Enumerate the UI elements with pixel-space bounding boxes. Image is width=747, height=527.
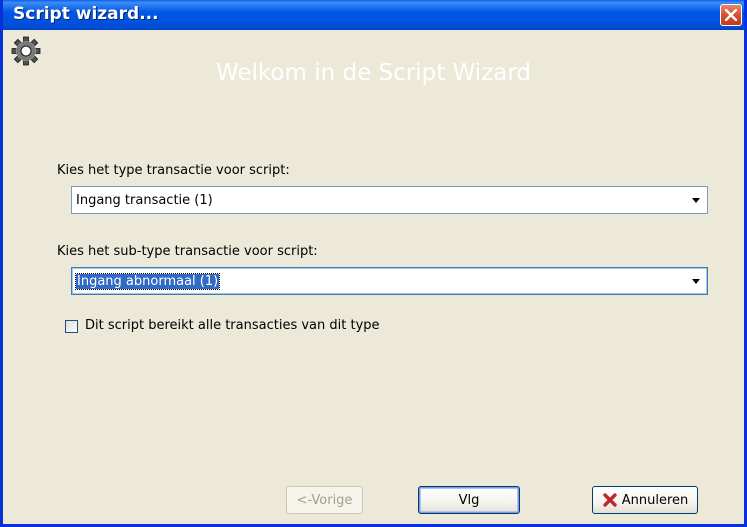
cancel-button[interactable]: Annuleren [592, 486, 698, 514]
chevron-down-icon[interactable] [687, 191, 705, 209]
transaction-type-select[interactable]: Ingang transactie (1) [71, 186, 708, 214]
transaction-subtype-value: Ingang abnormaal (1) [74, 273, 221, 290]
all-transactions-checkbox[interactable] [65, 320, 78, 333]
script-wizard-window: Script wizard... Welkom in de Script Wiz… [0, 0, 747, 527]
welcome-heading: Welkom in de Script Wizard [215, 60, 532, 86]
next-button[interactable]: Vlg [418, 486, 520, 514]
cancel-label: Annuleren [621, 492, 689, 508]
x-icon [603, 493, 617, 507]
subtype-label: Kies het sub-type transactie voor script… [57, 244, 318, 259]
type-label: Kies het type transactie voor script: [57, 163, 290, 178]
title-bar[interactable]: Script wizard... [3, 0, 744, 30]
transaction-type-value: Ingang transactie (1) [76, 193, 213, 208]
transaction-subtype-select[interactable]: Ingang abnormaal (1) [71, 267, 708, 295]
close-button[interactable] [720, 4, 742, 26]
previous-button[interactable]: <-Vorige [286, 486, 363, 514]
window-title: Script wizard... [13, 4, 159, 24]
close-icon [725, 9, 737, 21]
all-transactions-label[interactable]: Dit script bereikt alle transacties van … [85, 318, 380, 333]
chevron-down-icon[interactable] [687, 272, 705, 290]
